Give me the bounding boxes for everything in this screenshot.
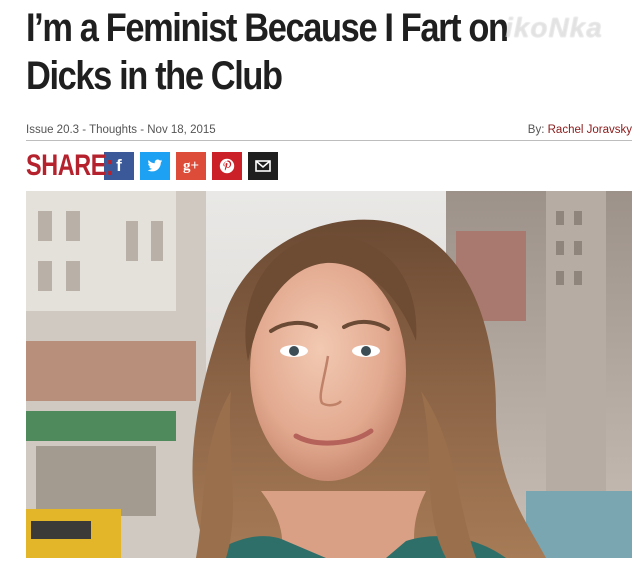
twitter-icon — [147, 159, 163, 172]
facebook-icon: f — [116, 156, 122, 175]
email-share-button[interactable] — [248, 152, 278, 180]
twitter-share-button[interactable] — [140, 152, 170, 180]
envelope-icon — [255, 160, 271, 172]
share-label: SHARE: — [26, 149, 114, 182]
share-bar: SHARE: f g+ — [26, 149, 284, 182]
google-plus-icon: g+ — [182, 157, 200, 174]
google-plus-share-button[interactable]: g+ — [176, 152, 206, 180]
watermark-logo: ikoNka — [505, 12, 603, 43]
byline: By: Rachel Joravsky — [528, 124, 632, 136]
issue-info: Issue 20.3 - Thoughts - Nov 18, 2015 — [26, 124, 216, 136]
author-link[interactable]: Rachel Joravsky — [548, 124, 632, 136]
article-hero-image — [26, 191, 632, 558]
pinterest-icon — [219, 158, 235, 174]
byline-prefix: By: — [527, 124, 545, 136]
pinterest-share-button[interactable] — [212, 152, 242, 180]
portrait-photo — [26, 191, 632, 558]
article-meta: Issue 20.3 - Thoughts - Nov 18, 2015 By:… — [26, 124, 632, 141]
article-title: I’m a Feminist Because I Fart on Dicks i… — [26, 6, 509, 98]
